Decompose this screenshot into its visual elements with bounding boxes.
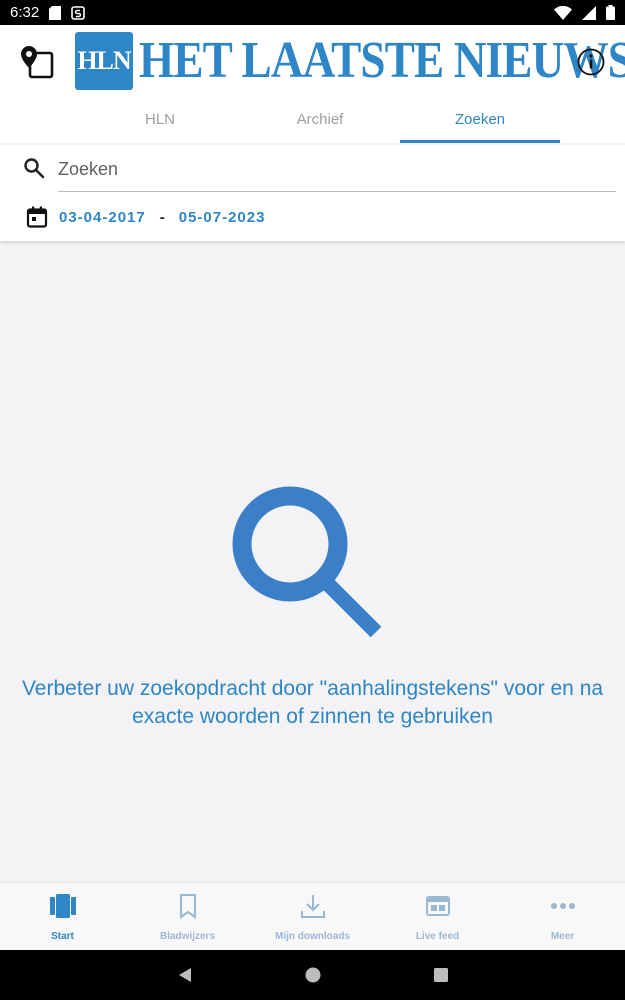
hln-logo: HLN HET LAATSTE NIEUWS — [75, 32, 625, 90]
battery-icon — [606, 5, 615, 20]
nav-item-live-feed[interactable]: Live feed — [375, 883, 500, 951]
s-app-icon — [71, 5, 86, 20]
sim-card-icon — [49, 5, 62, 20]
tab-hln[interactable]: HLN — [80, 95, 240, 143]
nav-label-start: Start — [51, 931, 74, 942]
start-icon — [49, 894, 76, 918]
home-icon[interactable] — [304, 966, 322, 984]
calendar-icon[interactable] — [26, 206, 48, 228]
tab-bar: HLN Archief Zoeken — [80, 95, 560, 143]
date-range: 03-04-2017 - 05-07-2023 — [26, 205, 265, 229]
search-empty-icon — [232, 486, 382, 638]
status-bar: 6:32 — [0, 0, 625, 25]
map-location-button[interactable] — [18, 43, 56, 81]
nav-label-bladwijzers: Bladwijzers — [159, 931, 216, 942]
logo-badge: HLN — [75, 32, 133, 90]
system-nav-bar — [0, 950, 625, 1000]
date-from[interactable]: 03-04-2017 — [59, 209, 146, 226]
nav-item-meer[interactable]: Meer — [500, 883, 625, 951]
search-panel: 03-04-2017 - 05-07-2023 — [0, 145, 625, 241]
map-location-icon — [21, 46, 54, 79]
tab-archief[interactable]: Archief — [240, 95, 400, 143]
search-input[interactable] — [58, 147, 616, 192]
bookmark-icon — [179, 894, 196, 919]
recents-icon[interactable] — [432, 966, 450, 984]
more-icon — [550, 903, 575, 909]
nav-label-meer: Meer — [550, 931, 575, 942]
signal-icon — [582, 5, 596, 20]
tab-zoeken[interactable]: Zoeken — [400, 95, 560, 143]
back-icon[interactable] — [176, 966, 194, 984]
bottom-nav: Start Bladwijzers Mijn downloads Live fe… — [0, 882, 625, 951]
nav-label-downloads: Mijn downloads — [275, 931, 350, 942]
nav-label-live-feed: Live feed — [415, 931, 460, 942]
download-icon — [300, 895, 325, 918]
wifi-icon — [554, 5, 572, 20]
logo-title: HET LAATSTE NIEUWS — [139, 32, 625, 89]
nav-item-start[interactable]: Start — [0, 883, 125, 951]
info-button[interactable] — [576, 47, 606, 77]
live-feed-icon — [425, 896, 450, 916]
app-header: HLN HET LAATSTE NIEUWS HLN Archief Zoeke… — [0, 25, 625, 143]
date-separator: - — [159, 208, 165, 226]
date-to[interactable]: 05-07-2023 — [179, 209, 266, 226]
search-hint-text: Verbeter uw zoekopdracht door "aanhaling… — [21, 677, 604, 728]
search-icon — [24, 158, 45, 179]
status-time: 6:32 — [10, 4, 40, 21]
nav-item-bladwijzers[interactable]: Bladwijzers — [125, 883, 250, 951]
nav-item-downloads[interactable]: Mijn downloads — [250, 883, 375, 951]
info-icon — [577, 48, 605, 76]
